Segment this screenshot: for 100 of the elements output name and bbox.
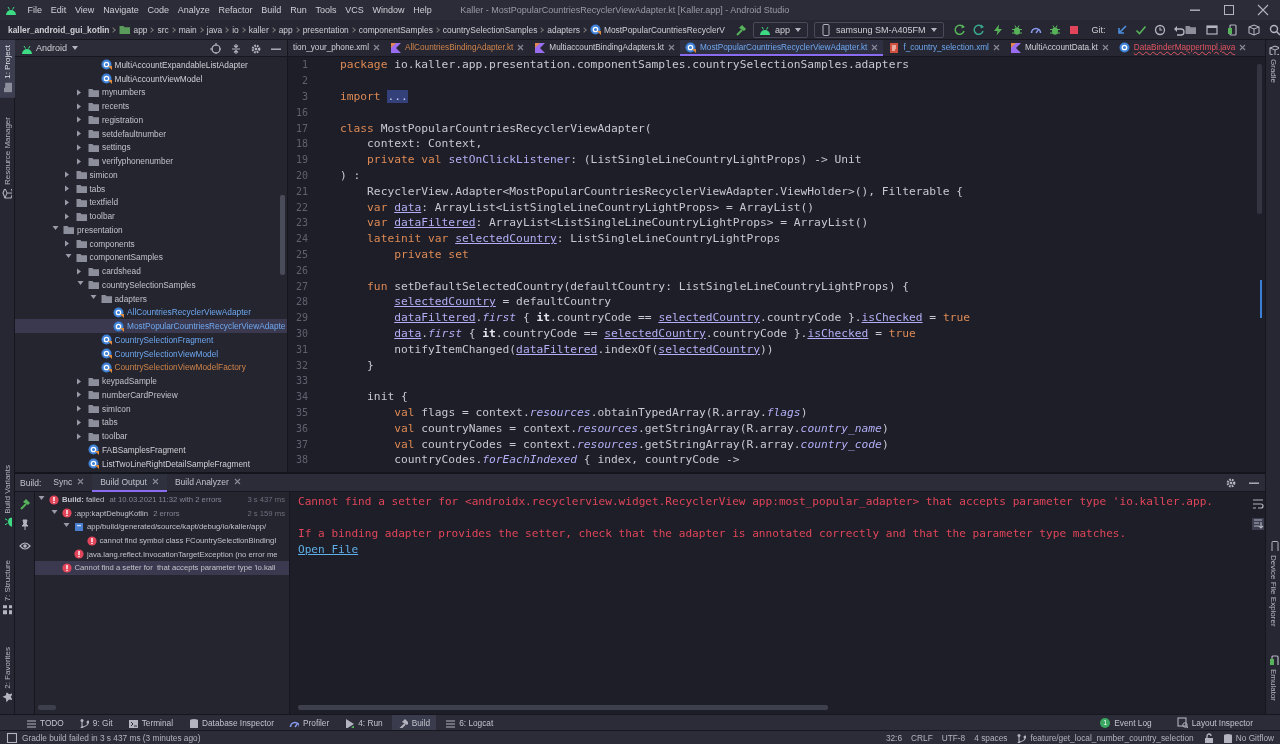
menu-item[interactable]: Tools <box>311 5 341 15</box>
panel-tab[interactable]: Build Output <box>92 473 167 492</box>
collapse-icon[interactable] <box>230 42 241 54</box>
tool-window-button[interactable]: 4: Run <box>338 714 389 731</box>
tree-item[interactable]: adapters <box>15 291 287 306</box>
maximize-icon[interactable] <box>1223 4 1235 16</box>
target-icon[interactable] <box>210 42 221 54</box>
tree-item[interactable]: ListTwoLineRightDetailSampleFragment <box>15 456 287 471</box>
tree-item[interactable]: simIcon <box>15 401 287 416</box>
editor-tab[interactable]: AllCountriesBindingAdapter.kt <box>385 40 530 56</box>
menu-item[interactable]: Edit <box>46 5 71 15</box>
tool-window-tab[interactable]: Emulator <box>1266 650 1280 706</box>
breadcrumb-item[interactable]: main <box>178 24 197 35</box>
editor-tab[interactable]: f_country_selection.xml <box>883 40 1005 56</box>
clock-icon[interactable] <box>1153 23 1166 36</box>
tree-item[interactable]: toolbar <box>15 429 287 443</box>
sync-icon[interactable] <box>972 23 985 36</box>
close-icon[interactable] <box>668 43 676 51</box>
tree-item[interactable]: presentation <box>15 223 287 237</box>
tree-item[interactable]: MultiAccountExpandableListAdapter <box>15 58 287 72</box>
open-file-link[interactable]: Open File <box>298 543 359 556</box>
status-item[interactable]: 32:6 <box>885 732 903 743</box>
hammer-icon[interactable] <box>18 498 31 510</box>
close-icon[interactable] <box>517 43 525 51</box>
settings-icon[interactable] <box>250 42 261 54</box>
menu-item[interactable]: Analyze <box>173 5 215 15</box>
tool-window-button[interactable]: Build <box>391 714 437 731</box>
run-config-dropdown[interactable]: app <box>752 21 808 38</box>
close-icon[interactable] <box>992 43 1000 51</box>
tool-window-button[interactable]: Database Inspector <box>182 714 280 731</box>
menu-item[interactable]: Build <box>256 5 286 15</box>
tool-window-button[interactable]: 6: Logcat <box>439 714 500 731</box>
panel-tab[interactable]: Sync <box>45 473 93 492</box>
breadcrumb-item[interactable]: app <box>278 24 293 35</box>
breadcrumb-item[interactable]: kaller <box>248 24 269 35</box>
hammer-icon[interactable] <box>734 23 747 36</box>
breadcrumb-item[interactable]: componentSamples <box>358 24 433 35</box>
close-icon[interactable] <box>871 43 879 51</box>
tool-window-tab[interactable]: Resource Manager <box>0 111 15 204</box>
scrollbar-thumb[interactable] <box>1257 64 1262 214</box>
box-icon[interactable] <box>1247 23 1260 36</box>
menu-item[interactable]: Refactor <box>214 5 257 15</box>
close-icon[interactable] <box>1101 43 1109 51</box>
search-icon[interactable] <box>1268 23 1280 36</box>
scrollbar-thumb[interactable] <box>38 705 56 710</box>
tool-window-tab[interactable]: 1: Project <box>0 40 15 98</box>
close-icon[interactable] <box>77 478 85 485</box>
bug-icon[interactable] <box>1048 23 1061 36</box>
tree-item[interactable]: mynumbers <box>15 85 287 100</box>
device-dropdown[interactable]: samsung SM-A405FM <box>814 21 944 38</box>
tool-window-button[interactable]: TODO <box>20 714 70 731</box>
breadcrumb-item[interactable]: src <box>157 24 169 35</box>
check-icon[interactable] <box>1134 23 1147 36</box>
status-item[interactable]: 4 spaces <box>974 732 1008 743</box>
breadcrumb-item[interactable]: app <box>119 24 148 35</box>
tree-item[interactable]: keypadSample <box>15 374 287 388</box>
breadcrumb-item[interactable]: presentation <box>302 24 349 35</box>
tree-item[interactable]: toolbar <box>15 209 287 223</box>
tool-window-button[interactable]: Terminal <box>121 714 179 731</box>
tool-window-button[interactable]: Layout Inspector <box>1170 714 1259 731</box>
menu-item[interactable]: Help <box>408 5 437 15</box>
status-item[interactable]: No Gitflow <box>1221 732 1274 743</box>
tree-item[interactable]: CountrySelectionFragment <box>15 333 287 347</box>
tree-item[interactable]: simicon <box>15 168 287 182</box>
tree-item[interactable]: textfield <box>15 195 287 210</box>
editor-tab[interactable]: MultiAccountData.kt <box>1004 40 1114 56</box>
status-item[interactable]: feature/get_local_number_country_selection <box>1016 732 1194 743</box>
close-icon[interactable] <box>373 43 380 51</box>
arrow-icon[interactable] <box>1115 23 1128 36</box>
breadcrumb-item[interactable]: io <box>232 24 239 35</box>
tree-item[interactable]: recents <box>15 99 287 113</box>
scroll-to-end-icon[interactable] <box>1251 518 1264 530</box>
menu-item[interactable]: Navigate <box>98 5 144 15</box>
tree-item[interactable]: countrySelectionSamples <box>15 278 287 292</box>
editor-tab[interactable]: tion_your_phone.xml <box>288 40 385 56</box>
tree-item[interactable]: FABSamplesFragment <box>15 443 287 457</box>
tool-window-button[interactable]: Profiler <box>282 714 336 731</box>
tool-window-tab[interactable]: 7: Structure <box>0 554 15 621</box>
bug-icon[interactable] <box>1010 23 1023 36</box>
tree-item[interactable]: AllCountriesRecyclerViewAdapter <box>15 305 287 320</box>
menu-item[interactable]: View <box>70 5 99 15</box>
tree-item[interactable]: tabs <box>15 181 287 196</box>
tree-item[interactable]: CountrySelectionViewModelFactory <box>15 360 287 375</box>
breadcrumb-item[interactable]: countrySelectionSamples <box>442 24 538 35</box>
device-icon[interactable] <box>1226 23 1239 36</box>
close-icon[interactable] <box>1257 4 1269 16</box>
sync-icon[interactable] <box>953 23 966 36</box>
tree-item[interactable]: MultiAccountViewModel <box>15 71 287 86</box>
tool-window-button[interactable]: 9: Git <box>72 714 119 731</box>
tree-item[interactable]: registration <box>15 113 287 127</box>
menu-item[interactable]: Window <box>368 5 409 15</box>
tree-item[interactable]: tabs <box>15 415 287 430</box>
status-item[interactable]: CRLF <box>911 732 933 743</box>
tree-item[interactable]: settings <box>15 140 287 155</box>
tree-item[interactable]: componentSamples <box>15 250 287 265</box>
lock-icon[interactable] <box>1202 732 1213 743</box>
close-icon[interactable] <box>233 478 241 485</box>
breadcrumb-item[interactable]: MostPopularCountriesRecyclerV <box>589 24 725 35</box>
breadcrumb-item[interactable]: java <box>206 24 223 35</box>
scrollbar-thumb[interactable] <box>298 705 828 710</box>
